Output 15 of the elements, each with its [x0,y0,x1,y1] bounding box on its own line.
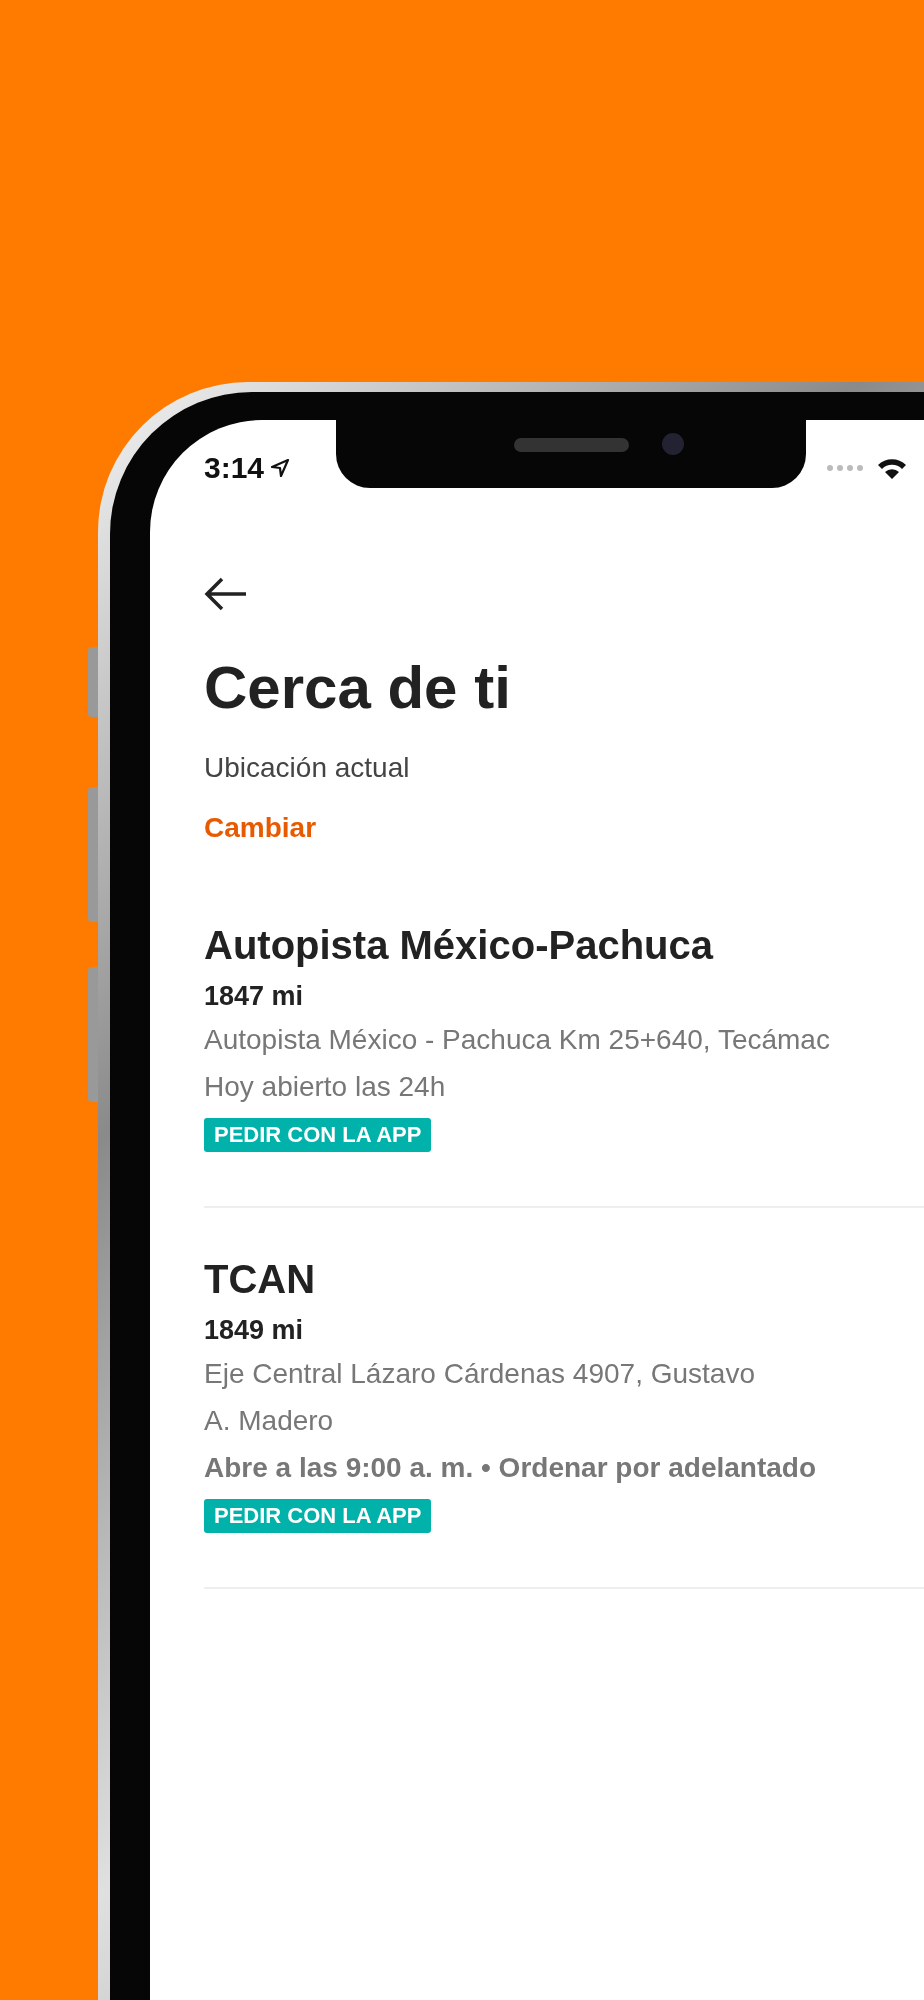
store-hours: Abre a las 9:00 a. m. • Ordenar por adelantado [204,1451,817,1485]
store-address: Autopista México - Pachuca Km 25+640, Tecámac [204,1023,831,1057]
store-name[interactable]: TCAN [204,1252,924,1306]
page-title: Cerca de ti [204,653,512,723]
change-link[interactable]: Cambiar [204,808,924,848]
store-name[interactable]: Autopista México-Pachuca [204,918,924,972]
order-badge: PEDIR CON LA APP [204,1499,432,1533]
store-address: A. Madero [204,1404,335,1438]
store-address: Eje Central Lázaro Cárdenas 4907, Gustavo [204,1357,756,1391]
order-badge: PEDIR CON LA APP [204,1118,432,1152]
status-time: 3:14 [204,451,265,485]
store-distance: 1849 mi [204,1314,305,1347]
store-distance: 1847 mi [204,980,305,1013]
location-label: Ubicación actual [204,751,411,785]
store-hours: Hoy abierto las 24h [204,1070,447,1104]
